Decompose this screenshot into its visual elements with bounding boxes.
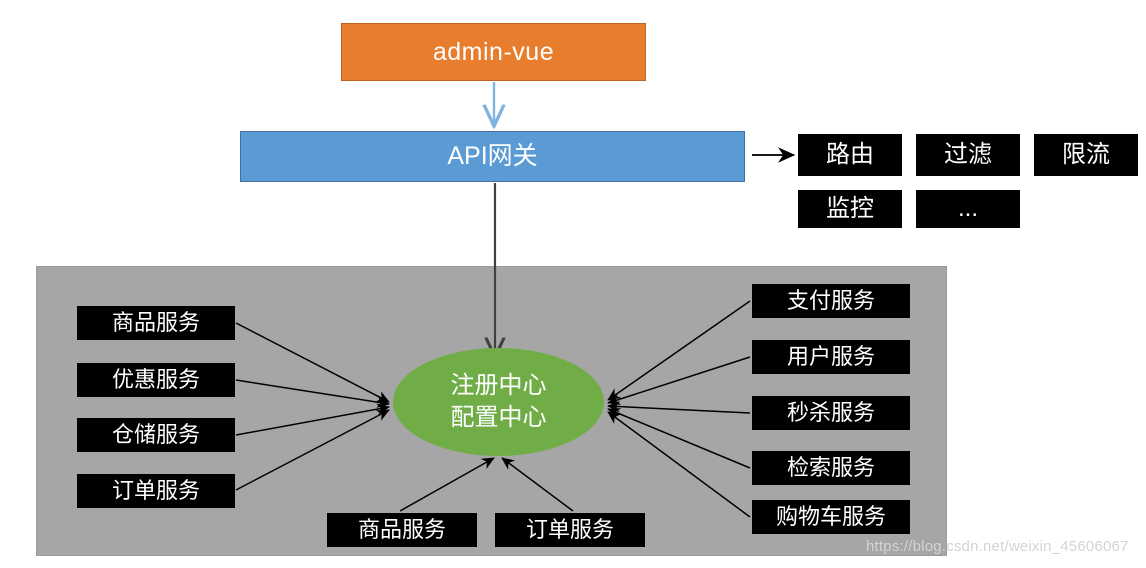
gateway-feature-route[interactable]: 路由	[798, 134, 902, 176]
gateway-node-api[interactable]: API网关	[240, 131, 745, 182]
gateway-feature-more[interactable]: ...	[916, 190, 1020, 228]
gateway-feature-filter[interactable]: 过滤	[916, 134, 1020, 176]
service-node-order-bottom[interactable]: 订单服务	[495, 513, 645, 547]
service-node-seckill[interactable]: 秒杀服务	[752, 396, 910, 430]
frontend-node-admin-vue[interactable]: admin-vue	[341, 23, 646, 81]
service-node-search[interactable]: 检索服务	[752, 451, 910, 485]
architecture-diagram-canvas: admin-vue API网关 路由 过滤 限流 监控 ... 注册中心 配置中…	[0, 0, 1146, 568]
service-node-order-left[interactable]: 订单服务	[77, 474, 235, 508]
registry-config-center-node[interactable]: 注册中心 配置中心	[393, 348, 604, 456]
service-node-payment[interactable]: 支付服务	[752, 284, 910, 318]
service-node-product-bottom[interactable]: 商品服务	[327, 513, 477, 547]
gateway-feature-monitor[interactable]: 监控	[798, 190, 902, 228]
service-node-cart[interactable]: 购物车服务	[752, 500, 910, 534]
config-center-label: 配置中心	[450, 404, 547, 431]
service-node-coupon[interactable]: 优惠服务	[77, 363, 235, 397]
gateway-feature-rate-limit[interactable]: 限流	[1034, 134, 1138, 176]
service-node-product-left[interactable]: 商品服务	[77, 306, 235, 340]
registry-center-label: 注册中心	[450, 372, 547, 400]
watermark-text: https://blog.csdn.net/weixin_45606067	[866, 538, 1129, 555]
service-node-warehouse[interactable]: 仓储服务	[77, 418, 235, 452]
service-node-user[interactable]: 用户服务	[752, 340, 910, 374]
